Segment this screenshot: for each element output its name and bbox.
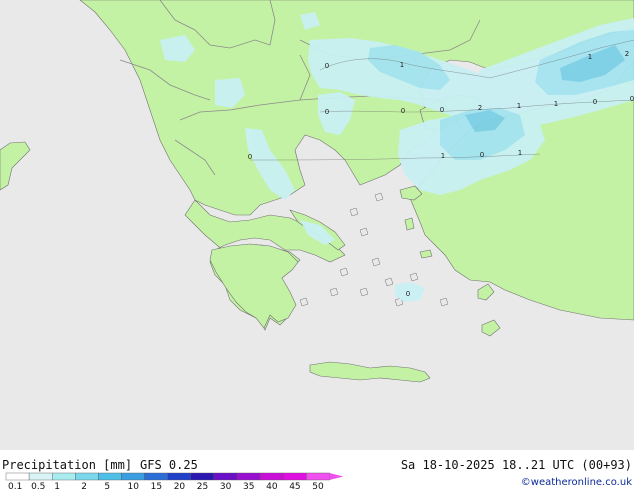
scale-label: 0.5 [31,482,45,490]
scale-swatch [52,472,76,481]
scale-swatch [98,472,122,481]
scale-label: 15 [151,482,162,490]
contour-label: 1 [400,61,404,69]
contour-label: 1 [441,152,445,160]
scale-swatch [28,472,53,481]
scale-swatch [121,472,145,481]
scale-swatch [190,472,215,481]
contour-label: 1 [554,100,558,108]
contour-label: 1 [517,102,521,110]
scale-label: 2 [81,482,87,490]
contour-label: 0 [440,106,444,114]
contour-label: 0 [401,107,405,115]
scale-label: 45 [289,482,300,490]
scale-swatch [167,472,191,481]
scale-label: 30 [220,482,232,490]
scale-label: 35 [243,482,254,490]
credit-link[interactable]: ©weatheronline.co.uk [521,477,632,488]
scale-swatch [306,472,330,481]
scale-label: 0.1 [8,482,22,490]
scale-swatch [236,472,261,481]
contour-label: 1 [518,149,522,157]
scale-swatch [144,472,168,481]
contour-label: 0 [630,95,634,103]
contour-label: 0 [480,151,484,159]
scale-label: 20 [174,482,186,490]
contour-label: 0 [406,290,410,298]
scale-swatch [5,472,30,481]
valid-time: Sa 18-10-2025 18..21 UTC (00+93) [401,458,632,472]
scale-label: 1 [54,482,60,490]
scale-swatch [283,472,307,481]
scale-label: 25 [197,482,208,490]
precipitation-color-scale: 0.1 0.5 1 2 5 10 15 20 25 30 35 40 45 50 [5,472,344,490]
contour-label: 0 [325,62,329,70]
contour-label: 0 [325,108,329,116]
scale-label: 40 [266,482,278,490]
contour-label: 1 [588,53,592,61]
contour-label: 0 [593,98,597,106]
weather-map: 01120002110001010 Precipitation [mm] GFS… [0,0,634,490]
model-name: GFS 0.25 [140,458,198,472]
map-title: Precipitation [mm] [2,458,132,472]
scale-swatch [259,472,284,481]
land-chios [404,217,415,231]
scale-swatch [75,472,99,481]
scale-label: 5 [104,482,110,490]
contour-label: 0 [248,153,252,161]
precipitation-map-canvas: 0 11 20 0 0 2 1 1 0 00 1 0 10 Precipitation [mm] GFS… [0,0,634,490]
scale-label: 50 [312,482,324,490]
contour-label: 2 [625,50,629,58]
scale-swatch [213,472,238,481]
scale-label: 10 [128,482,140,490]
contour-label: 2 [478,104,482,112]
